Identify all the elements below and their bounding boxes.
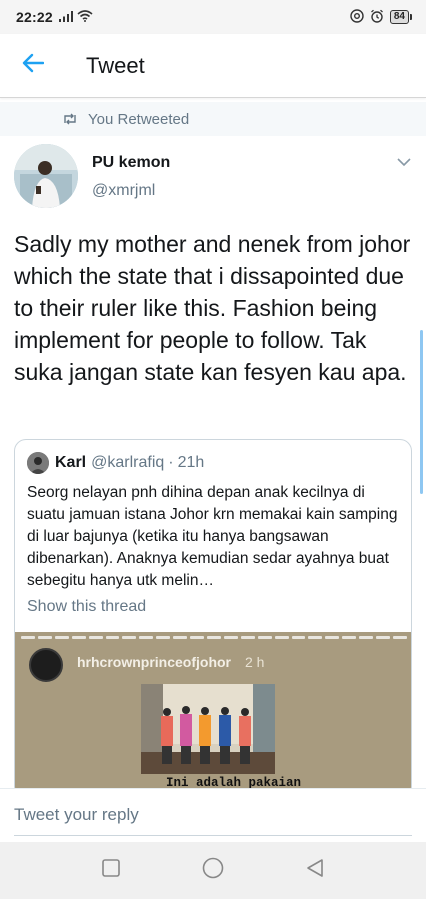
story-time: 2 h: [245, 654, 265, 670]
signal-icon: [58, 9, 73, 25]
reply-bar: Tweet your reply: [0, 788, 426, 842]
author-row: PU kemon @xmrjml: [0, 136, 426, 220]
quoted-author-avatar: [27, 452, 49, 474]
author-avatar[interactable]: [14, 144, 78, 208]
story-avatar: [29, 648, 63, 682]
story-username: hrhcrownprinceofjohor: [77, 654, 231, 670]
quoted-author-handle: @karlrafiq: [91, 454, 165, 471]
reply-underline: [14, 835, 412, 836]
reply-input[interactable]: Tweet your reply: [14, 805, 139, 825]
chevron-down-icon[interactable]: [396, 154, 412, 172]
group-photo: [141, 684, 275, 774]
show-thread-link[interactable]: Show this thread: [27, 598, 146, 616]
quoted-media-image[interactable]: hrhcrownprinceofjohor 2 h Ini adalah pak…: [15, 632, 411, 798]
home-button[interactable]: [193, 851, 233, 891]
quoted-timestamp: 21h: [177, 454, 205, 471]
system-nav-bar: [0, 842, 426, 899]
quoted-separator: ·: [168, 454, 174, 471]
tweet-text: Sadly my mother and nenek from johor whi…: [14, 231, 411, 385]
circle-icon: [202, 857, 224, 884]
quoted-tweet[interactable]: Karl @karlrafiq · 21h Seorg nelayan pnh …: [14, 439, 412, 799]
battery-level: 84: [389, 10, 409, 24]
page-title: Tweet: [86, 52, 145, 78]
square-icon: [102, 859, 120, 882]
wifi-icon: [77, 9, 93, 25]
author-name[interactable]: PU kemon: [92, 154, 170, 172]
at-icon: [350, 8, 364, 26]
quoted-tweet-header: Karl @karlrafiq · 21h: [27, 452, 204, 474]
header: Tweet: [0, 34, 426, 98]
status-bar: 22:22 84: [0, 0, 426, 34]
retweet-indicator: You Retweeted: [0, 102, 426, 136]
recent-apps-button[interactable]: [91, 851, 131, 891]
retweet-label: You Retweeted: [88, 110, 190, 128]
triangle-back-icon: [306, 858, 324, 883]
battery-icon: 84: [389, 10, 412, 24]
quoted-author-name: Karl: [55, 454, 87, 471]
system-back-button[interactable]: [295, 851, 335, 891]
story-progress-bars: [21, 636, 407, 639]
scroll-indicator: [420, 330, 423, 494]
author-handle[interactable]: @xmrjml: [92, 182, 155, 200]
tweet: PU kemon @xmrjml Sadly my mother and nen…: [0, 136, 426, 799]
status-time: 22:22: [16, 9, 53, 25]
retweet-icon: [62, 113, 78, 125]
alarm-icon: [370, 9, 384, 26]
back-arrow-icon: [22, 53, 45, 78]
back-button[interactable]: [0, 34, 66, 98]
quoted-tweet-text: Seorg nelayan pnh dihina depan anak keci…: [27, 484, 398, 589]
